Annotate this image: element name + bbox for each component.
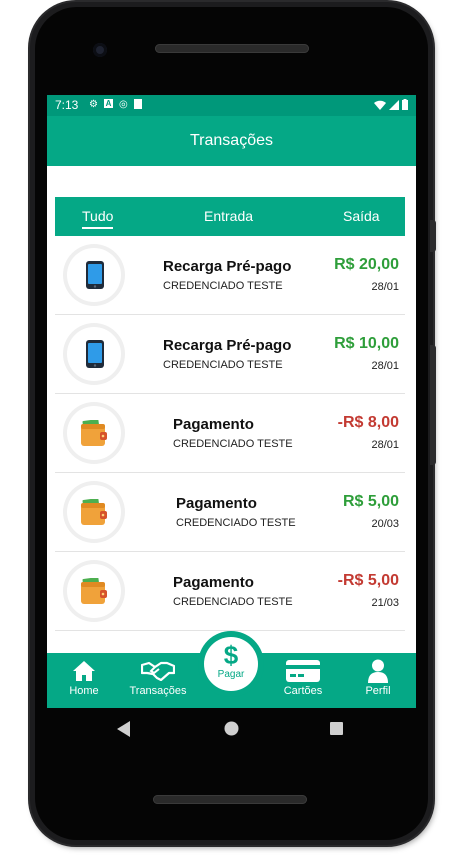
transaction-filter-tabs: Tudo Entrada Saída — [55, 197, 405, 236]
nav-home-label: Home — [69, 685, 99, 697]
user-icon — [368, 659, 388, 683]
app-bar: Transações — [47, 116, 416, 166]
transaction-merchant: CREDENCIADO TESTE — [163, 359, 283, 371]
wallet-icon — [81, 578, 107, 604]
transaction-date: 28/01 — [371, 281, 399, 293]
pay-label: Pagar — [217, 669, 245, 680]
tab-income[interactable]: Entrada — [204, 208, 253, 224]
status-bar: 7:13 ⚙ A ◎ — [47, 95, 416, 116]
credit-card-icon — [286, 660, 320, 682]
earpiece-speaker — [155, 44, 309, 53]
pay-button[interactable]: $ Pagar — [204, 637, 258, 691]
transaction-date: 20/03 — [371, 518, 399, 530]
status-notification-icons: ⚙ A ◎ — [89, 99, 142, 110]
transaction-amount: -R$ 5,00 — [337, 572, 399, 589]
phone-icon — [86, 340, 104, 368]
dollar-icon: $ — [223, 640, 239, 670]
transaction-date: 28/01 — [371, 439, 399, 451]
transaction-avatar — [67, 564, 121, 618]
settings-icon: ⚙ — [89, 99, 98, 110]
transaction-amount: R$ 5,00 — [342, 493, 399, 510]
transaction-title: Pagamento — [173, 574, 254, 591]
status-time: 7:13 — [55, 98, 79, 112]
tab-expense[interactable]: Saída — [343, 208, 380, 224]
transaction-merchant: CREDENCIADO TESTE — [163, 280, 283, 292]
nav-cards-label: Cartões — [283, 685, 323, 697]
transaction-title: Pagamento — [176, 495, 257, 512]
back-icon[interactable] — [117, 721, 131, 737]
battery-icon — [402, 99, 408, 110]
transaction-merchant: CREDENCIADO TESTE — [176, 517, 296, 529]
home-circle-icon[interactable] — [224, 721, 239, 736]
android-navigation-bar — [47, 708, 416, 750]
transaction-row[interactable]: Pagamento CREDENCIADO TESTE R$ 5,00 20/0… — [55, 473, 405, 552]
transaction-avatar — [67, 406, 121, 460]
tab-all[interactable]: Tudo — [82, 208, 114, 229]
nav-transactions-label: Transações — [129, 685, 187, 697]
nav-home[interactable]: Home — [49, 659, 119, 697]
a-badge-icon: A — [103, 99, 113, 108]
transaction-row[interactable]: Recarga Pré-pago CREDENCIADO TESTE R$ 10… — [55, 315, 405, 394]
wallet-icon — [81, 499, 107, 525]
transaction-amount: R$ 20,00 — [334, 256, 399, 273]
home-icon — [73, 661, 95, 681]
transaction-date: 21/03 — [371, 597, 399, 609]
transaction-merchant: CREDENCIADO TESTE — [173, 596, 293, 608]
transaction-list: Recarga Pré-pago CREDENCIADO TESTE R$ 20… — [55, 236, 405, 631]
front-camera — [93, 43, 107, 57]
transaction-avatar — [67, 248, 121, 302]
volume-up-button — [430, 220, 436, 252]
transaction-title: Recarga Pré-pago — [163, 258, 292, 275]
status-system-icons — [374, 99, 408, 110]
app-screen: 7:13 ⚙ A ◎ Transações Tudo Entrada Saída… — [47, 95, 416, 708]
nav-profile[interactable]: Perfil — [343, 659, 413, 697]
transaction-title: Recarga Pré-pago — [163, 337, 292, 354]
handshake-icon — [141, 661, 175, 681]
nav-profile-label: Perfil — [365, 685, 391, 697]
transaction-amount: R$ 10,00 — [334, 335, 399, 352]
page-title: Transações — [190, 132, 273, 149]
transaction-avatar — [67, 327, 121, 381]
pay-button-ring: $ Pagar — [198, 631, 264, 697]
transaction-title: Pagamento — [173, 416, 254, 433]
overview-square-icon[interactable] — [330, 722, 343, 735]
transaction-date: 28/01 — [371, 360, 399, 372]
bottom-navigation: Home Transações $ Pagar Cartões Perfil — [47, 631, 416, 708]
sync-icon: ◎ — [118, 99, 128, 110]
signal-icon — [389, 99, 399, 110]
nav-cards[interactable]: Cartões — [268, 659, 338, 697]
transaction-amount: -R$ 8,00 — [337, 414, 399, 431]
wifi-icon — [374, 100, 386, 110]
transaction-row[interactable]: Pagamento CREDENCIADO TESTE -R$ 5,00 21/… — [55, 552, 405, 631]
transaction-row[interactable]: Pagamento CREDENCIADO TESTE -R$ 8,00 28/… — [55, 394, 405, 473]
bottom-speaker — [153, 795, 307, 804]
transaction-row[interactable]: Recarga Pré-pago CREDENCIADO TESTE R$ 20… — [55, 236, 405, 315]
power-button — [430, 345, 436, 465]
wallet-icon — [81, 420, 107, 446]
transaction-merchant: CREDENCIADO TESTE — [173, 438, 293, 450]
transaction-avatar — [67, 485, 121, 539]
phone-icon — [86, 261, 104, 289]
nav-transactions[interactable]: Transações — [123, 659, 193, 697]
sd-card-icon — [133, 99, 142, 109]
